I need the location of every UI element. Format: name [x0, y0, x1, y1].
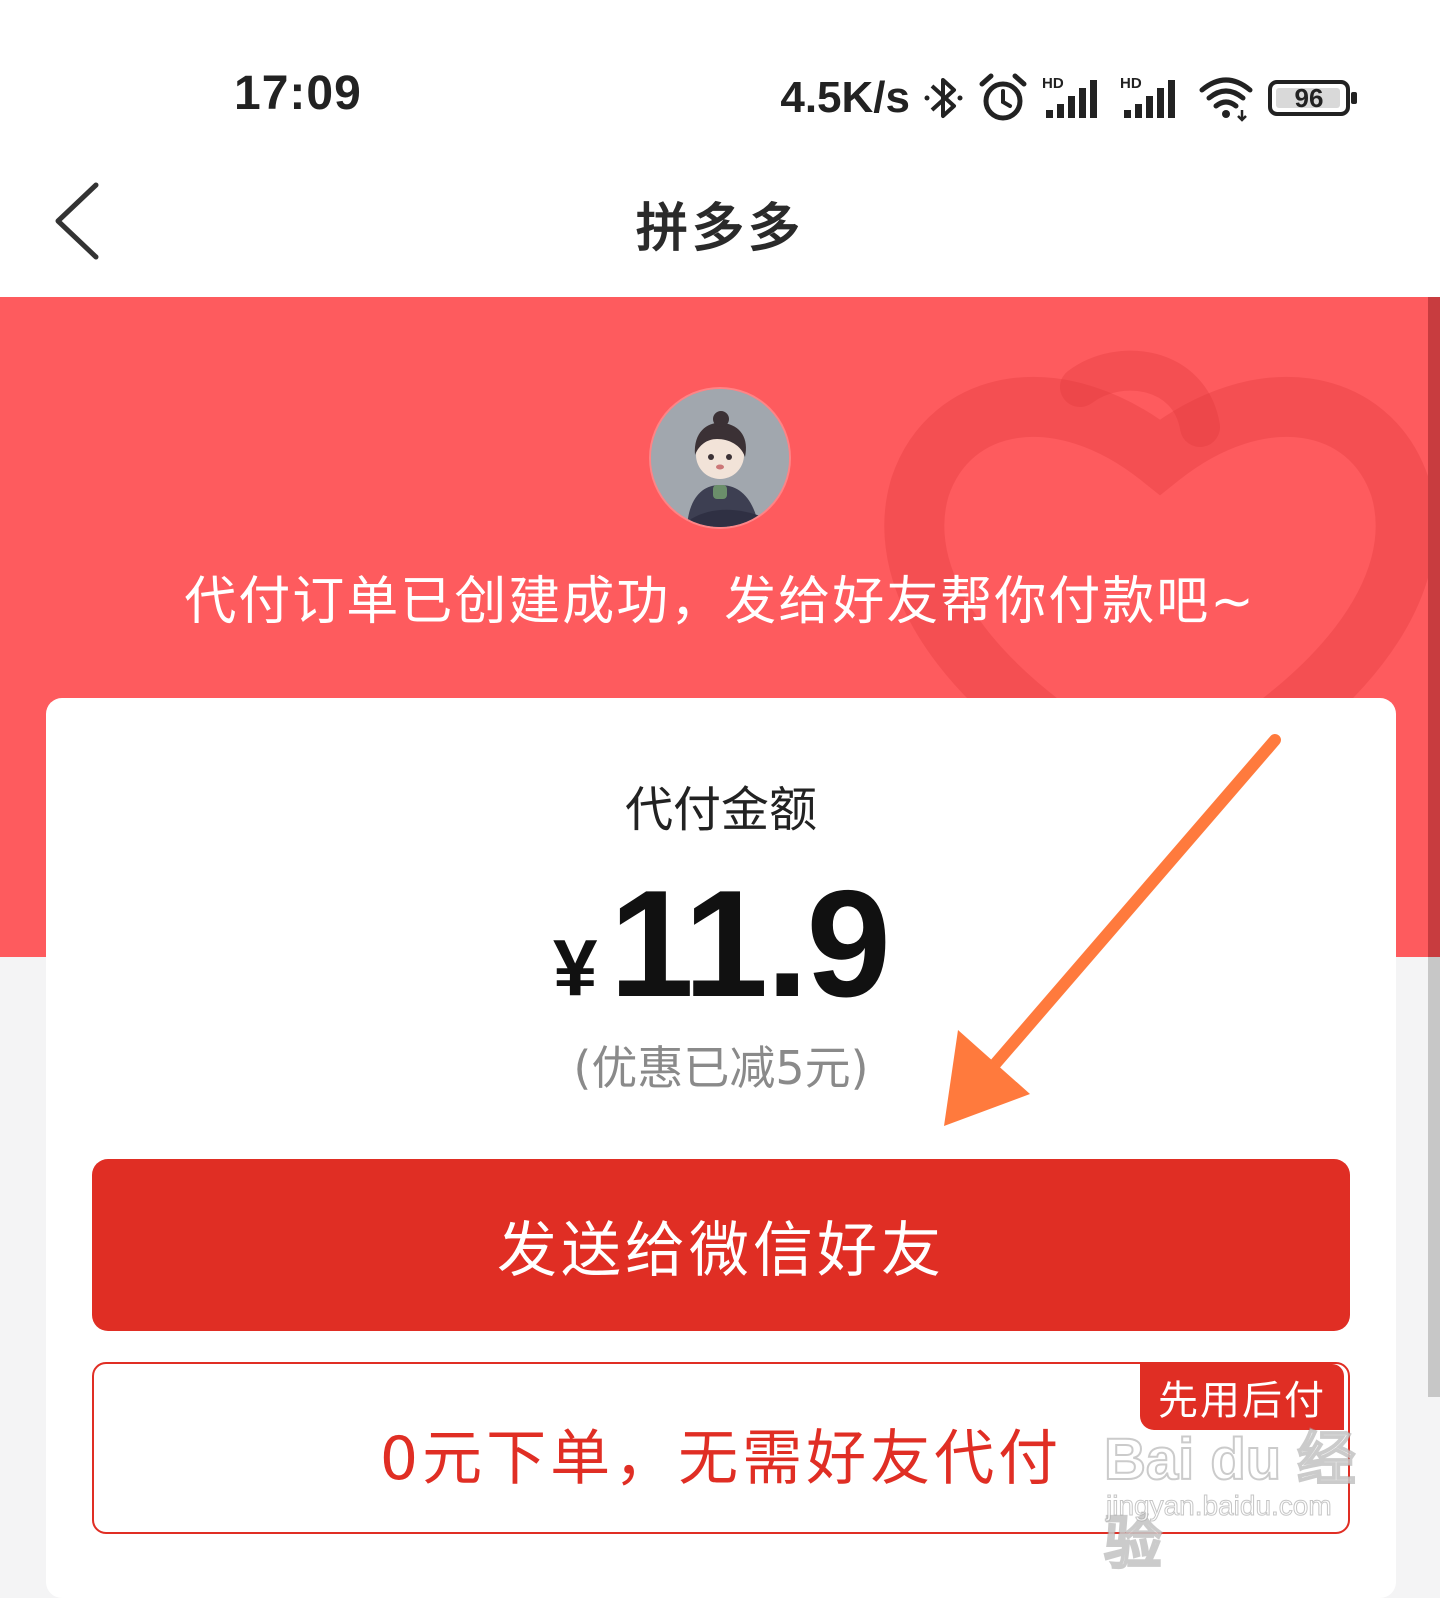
wifi-icon [1198, 72, 1254, 124]
page-scrollbar[interactable] [1428, 957, 1440, 1397]
page-title: 拼多多 [635, 199, 804, 259]
hero-message: 代付订单已创建成功，发给好友帮你付款吧~ [184, 572, 1256, 632]
send-to-wechat-button[interactable]: 发送给微信好友 [92, 1159, 1350, 1331]
bluetooth-icon [924, 72, 964, 124]
amount-value: 11.9 [609, 859, 891, 1029]
battery-icon: 96 [1268, 80, 1360, 116]
avatar [651, 389, 789, 527]
alarm-icon [978, 72, 1028, 124]
status-time: 17:09 [234, 67, 362, 120]
status-icons: 4.5K/s HD HD 96 [780, 70, 1360, 126]
battery-level: 96 [1294, 82, 1324, 113]
send-to-wechat-label: 发送给微信好友 [497, 1215, 945, 1286]
svg-text:HD: HD [1042, 75, 1064, 92]
arrow-annotation-icon [944, 734, 1281, 1126]
baidu-watermark: Bai du 经验 jingyan.baidu.com [1103, 1412, 1364, 1577]
hd-signal-icon: HD [1042, 72, 1106, 124]
network-speed: 4.5K/s [780, 73, 910, 122]
status-bar: 17:09 4.5K/s HD HD 96 [0, 0, 1440, 150]
watermark-url: jingyan.baidu.com [1106, 1490, 1333, 1522]
hd-signal-icon-2: HD [1120, 72, 1184, 124]
currency-symbol: ¥ [553, 923, 598, 1012]
svg-text:HD: HD [1120, 75, 1142, 92]
nav-bar: 拼多多 [0, 150, 1440, 297]
zero-yuan-order-label: 0元下单，无需好友代付 [379, 1423, 1063, 1494]
